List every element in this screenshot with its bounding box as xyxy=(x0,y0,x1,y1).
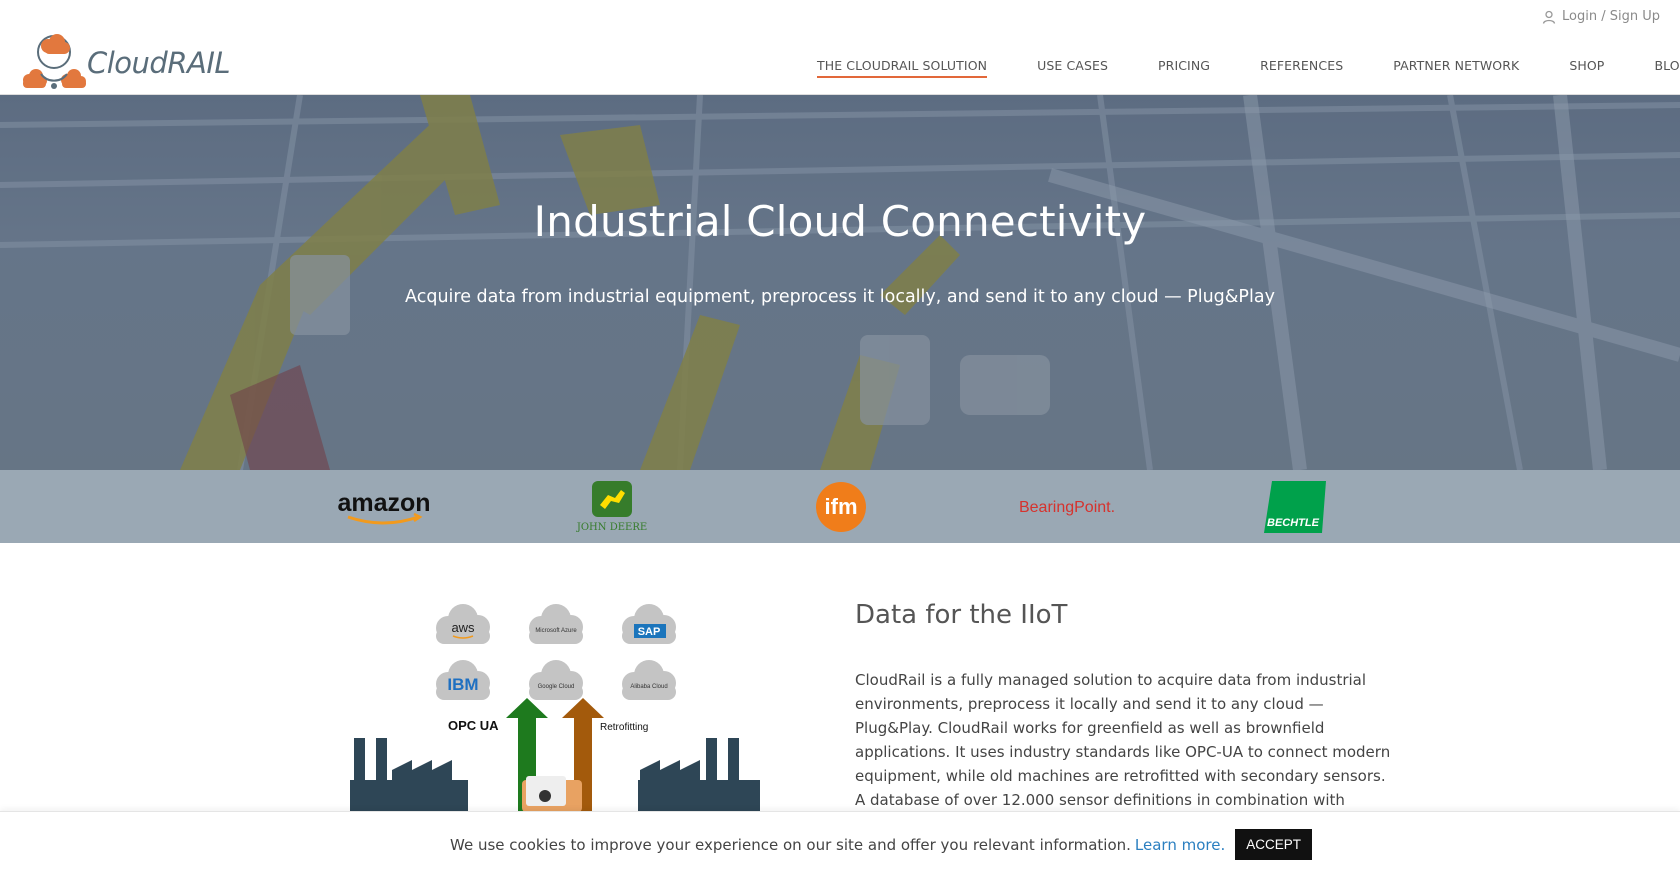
cookie-banner: We use cookies to improve your experienc… xyxy=(0,811,1680,876)
iiot-illustration: aws Microsoft Azure SAP IBM Google Cloud… xyxy=(350,600,760,812)
nav-item-references[interactable]: REFERENCES xyxy=(1260,58,1343,78)
hero-subtitle: Acquire data from industrial equipment, … xyxy=(405,287,1275,307)
section-title: Data for the IIoT xyxy=(855,600,1068,630)
john-deere-logo: JOHN DEERE xyxy=(575,481,649,533)
ifm-logo: ifm xyxy=(815,482,867,532)
bearingpoint-logo: BearingPoint. xyxy=(1015,482,1119,532)
logo-text: CloudRAIL xyxy=(87,46,231,80)
login-link[interactable]: Login / Sign Up xyxy=(1542,9,1660,24)
hero-title: Industrial Cloud Connectivity xyxy=(533,197,1147,246)
alibaba-cloud-label: Alibaba Cloud xyxy=(630,684,667,690)
cookie-text: We use cookies to improve your experienc… xyxy=(450,835,1131,854)
cloudrail-logo[interactable]: CloudRAIL xyxy=(19,34,231,92)
svg-text:ifm: ifm xyxy=(825,494,858,519)
main-nav: THE CLOUDRAIL SOLUTION USE CASES PRICING… xyxy=(817,58,1680,78)
hero-overlay xyxy=(0,95,1680,470)
azure-cloud-label: Microsoft Azure xyxy=(535,628,577,634)
google-cloud-label: Google Cloud xyxy=(538,684,575,690)
aws-cloud-label: aws xyxy=(451,620,475,635)
svg-text:JOHN DEERE: JOHN DEERE xyxy=(576,522,647,533)
cloudrail-logo-icon xyxy=(23,34,86,89)
hero-section: Industrial Cloud Connectivity Acquire da… xyxy=(0,95,1680,470)
nav-item-pricing[interactable]: PRICING xyxy=(1158,58,1210,78)
user-icon xyxy=(1542,10,1556,24)
ibm-cloud-label: IBM xyxy=(447,675,478,694)
svg-text:BECHTLE: BECHTLE xyxy=(1267,517,1320,529)
sap-cloud-label: SAP xyxy=(638,626,661,638)
learn-more-link[interactable]: Learn more. xyxy=(1135,836,1225,854)
nav-item-blog[interactable]: BLOG xyxy=(1654,58,1680,78)
nav-item-use-cases[interactable]: USE CASES xyxy=(1037,58,1108,78)
accept-cookies-button[interactable]: ACCEPT xyxy=(1235,829,1312,860)
nav-item-shop[interactable]: SHOP xyxy=(1569,58,1604,78)
login-label: Login / Sign Up xyxy=(1562,9,1660,24)
bechtle-logo: BECHTLE xyxy=(1264,481,1326,533)
nav-item-cloudrail-solution[interactable]: THE CLOUDRAIL SOLUTION xyxy=(817,58,988,78)
iiot-text-block: Data for the IIoT CloudRail is a fully m… xyxy=(855,600,1400,836)
svg-text:amazon: amazon xyxy=(337,489,430,517)
opc-ua-label: OPC UA xyxy=(448,718,499,733)
site-header: Login / Sign Up CloudRAIL THE CLOUDRAIL … xyxy=(0,0,1680,95)
nav-item-partner-network[interactable]: PARTNER NETWORK xyxy=(1393,58,1519,78)
partner-logos-band: amazon JOHN DEERE ifm BearingPoint. BECH… xyxy=(0,470,1680,543)
svg-text:BearingPoint.: BearingPoint. xyxy=(1019,499,1115,516)
retrofitting-label: Retrofitting xyxy=(600,722,648,733)
amazon-logo: amazon xyxy=(334,482,434,532)
